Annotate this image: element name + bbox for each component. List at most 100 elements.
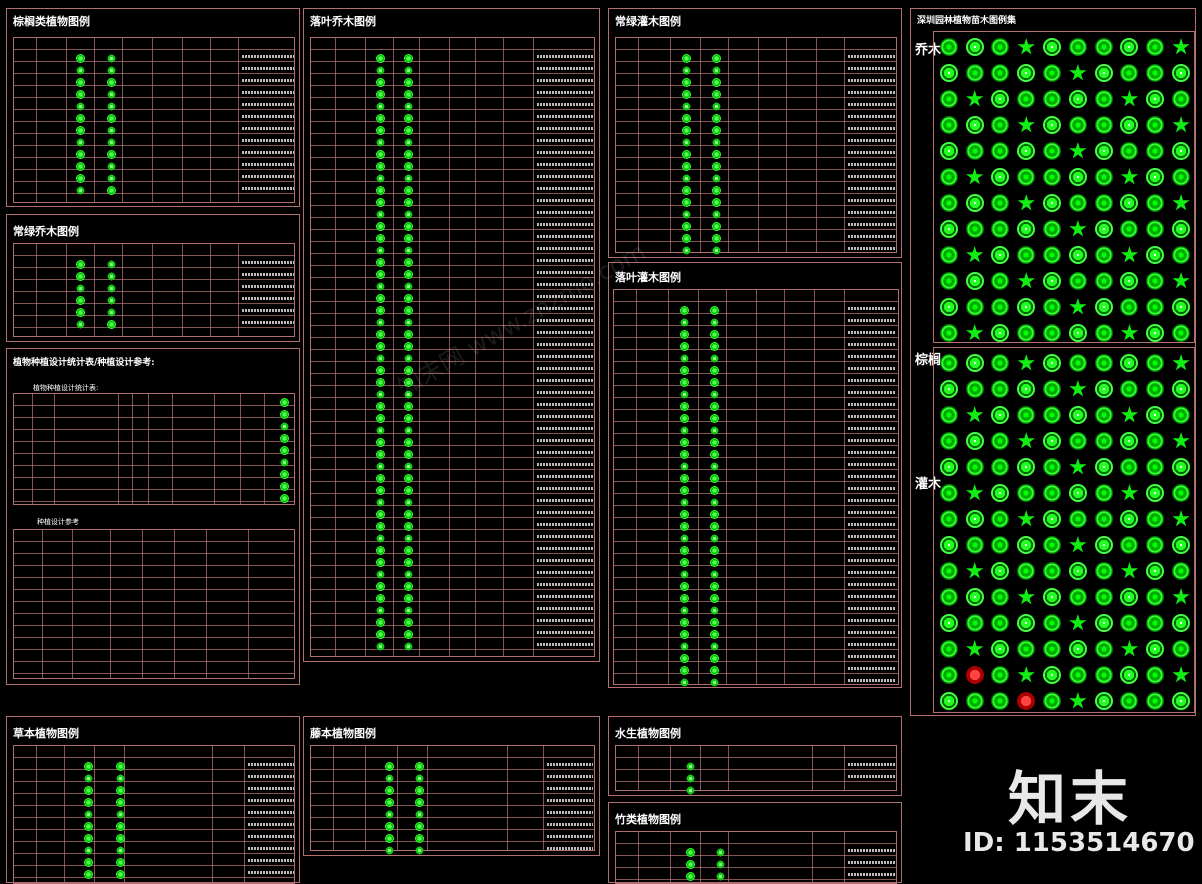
- herb-symbol-column: [84, 760, 93, 880]
- tree-legend-icon: [1017, 168, 1036, 186]
- tree-legend-icon: [939, 272, 958, 290]
- palm-shrub-legend-icon: [1146, 666, 1165, 684]
- palm-shrub-legend-icon: [1043, 666, 1062, 684]
- palm-shrub-legend-icon: [1172, 484, 1191, 502]
- evergreen-tree-description-column: [242, 256, 294, 328]
- description-text-line: [537, 150, 593, 154]
- description-text-line: [848, 582, 896, 586]
- palm-shrub-legend-icon: [1172, 640, 1191, 658]
- palm-shrub-legend-icon: [991, 406, 1010, 424]
- plant-elevation-symbol: [404, 497, 413, 507]
- plant-elevation-symbol: [116, 833, 125, 843]
- description-text-line: [537, 438, 593, 442]
- tree-legend-icon: [1146, 168, 1165, 186]
- plant-plan-symbol: [680, 317, 689, 327]
- description-text-line: [248, 858, 294, 862]
- palm-shrub-legend-icon: [1068, 666, 1087, 684]
- description-text-line: [537, 390, 593, 394]
- tree-legend-icon: [1146, 324, 1165, 342]
- palm-shrub-legend-icon: [1146, 458, 1165, 476]
- tree-legend-icon: [1146, 116, 1165, 134]
- panel-title: 草本植物图例: [13, 727, 79, 740]
- plant-elevation-symbol: [415, 833, 424, 843]
- description-text-line: [848, 174, 896, 178]
- panel-title: 棕榈类植物图例: [13, 15, 90, 28]
- palm-shrub-legend-icon: [1146, 692, 1165, 710]
- plant-plan-symbol: [376, 257, 385, 267]
- description-text-line: [547, 798, 593, 802]
- plant-elevation-symbol: [710, 533, 719, 543]
- tree-legend-icon: [1172, 90, 1191, 108]
- palm-shrub-legend-icon: [1146, 484, 1165, 502]
- bamboo-symbol-column: [686, 846, 695, 882]
- tree-legend-icon: [966, 324, 984, 341]
- plant-elevation-symbol: [404, 629, 413, 639]
- tree-legend-icon: [1172, 168, 1191, 186]
- description-text-line: [537, 414, 593, 418]
- plant-plan-symbol: [376, 365, 385, 375]
- plant-elevation-symbol: [712, 101, 721, 111]
- palm-shrub-legend-icon: [939, 432, 958, 450]
- tree-legend-icon: [1043, 64, 1062, 82]
- tree-legend-icon: [1017, 324, 1036, 342]
- plant-elevation-symbol: [415, 845, 424, 855]
- plant-plan-symbol: [376, 173, 385, 183]
- description-text-line: [848, 570, 896, 574]
- plant-elevation-symbol: [404, 53, 413, 63]
- description-text-line: [537, 534, 593, 538]
- plant-plan-symbol: [376, 89, 385, 99]
- tree-legend-icon: [1094, 324, 1113, 342]
- description-text-line: [848, 618, 896, 622]
- evergreen-tree-elevation-column: [107, 258, 116, 330]
- plant-elevation-symbol: [710, 461, 719, 471]
- palm-elevation-column: [107, 52, 116, 196]
- tree-legend-icon: [1017, 298, 1036, 316]
- plant-elevation-symbol: [404, 197, 413, 207]
- tree-legend-icon: [1094, 90, 1113, 108]
- plant-plan-symbol: [376, 557, 385, 567]
- tree-legend-icon: [1068, 168, 1087, 186]
- shenzhen-legend-panel: 深圳园林植物苗木图例集 乔木 棕榈 灌木: [910, 8, 1196, 716]
- tree-legend-icon: [1017, 142, 1036, 160]
- planting-stats-panel: 植物种植设计统计表/种植设计参考: 植物种植设计统计表: 种植设计参考: [6, 348, 300, 685]
- plant-plan-symbol: [680, 533, 689, 543]
- tree-legend-icon: [1068, 272, 1087, 290]
- deciduous-tree-description-column: [537, 50, 593, 650]
- evergreen-tree-legend-panel: 常绿乔木图例: [6, 214, 300, 342]
- plant-elevation-symbol: [710, 569, 719, 579]
- plant-plan-symbol: [682, 101, 691, 111]
- plant-plan-symbol: [682, 125, 691, 135]
- plant-elevation-symbol: [404, 317, 413, 327]
- tree-legend-icon: [1120, 90, 1139, 107]
- tree-legend-icon: [1172, 272, 1190, 289]
- plant-plan-symbol: [682, 113, 691, 123]
- tree-legend-icon: [1146, 298, 1165, 316]
- plant-plan-symbol: [385, 821, 394, 831]
- plant-plan-symbol: [376, 353, 385, 363]
- plant-elevation-symbol: [116, 809, 125, 819]
- plant-elevation-symbol: [116, 797, 125, 807]
- tree-legend-icon: [1094, 64, 1113, 82]
- tree-legend-icon: [1017, 38, 1035, 55]
- tree-legend-icon: [1172, 194, 1190, 211]
- herb-description-column: [248, 758, 294, 878]
- tree-legend-icon: [1172, 142, 1191, 160]
- plant-plan-symbol: [680, 365, 689, 375]
- panel-title: 落叶乔木图例: [310, 15, 376, 28]
- tree-legend-icon: [1172, 38, 1190, 55]
- tree-legend-icon: [1120, 194, 1139, 212]
- plant-plan-symbol: [376, 485, 385, 495]
- plant-plan-symbol: [376, 509, 385, 519]
- tree-legend-icon: [991, 64, 1010, 82]
- tree-legend-icon: [965, 38, 984, 56]
- tree-legend-icon: [939, 324, 958, 342]
- plant-plan-symbol: [680, 665, 689, 675]
- plant-plan-symbol: [385, 785, 394, 795]
- plant-plan-symbol: [680, 677, 689, 687]
- panel-title: 水生植物图例: [615, 727, 681, 740]
- tree-legend-icon: [965, 116, 984, 134]
- palm-shrub-legend-icon: [939, 588, 958, 606]
- palm-shrub-legend-icon: [1043, 380, 1062, 398]
- palm-shrub-legend-icon: [1172, 510, 1190, 527]
- plant-elevation-symbol: [404, 593, 413, 603]
